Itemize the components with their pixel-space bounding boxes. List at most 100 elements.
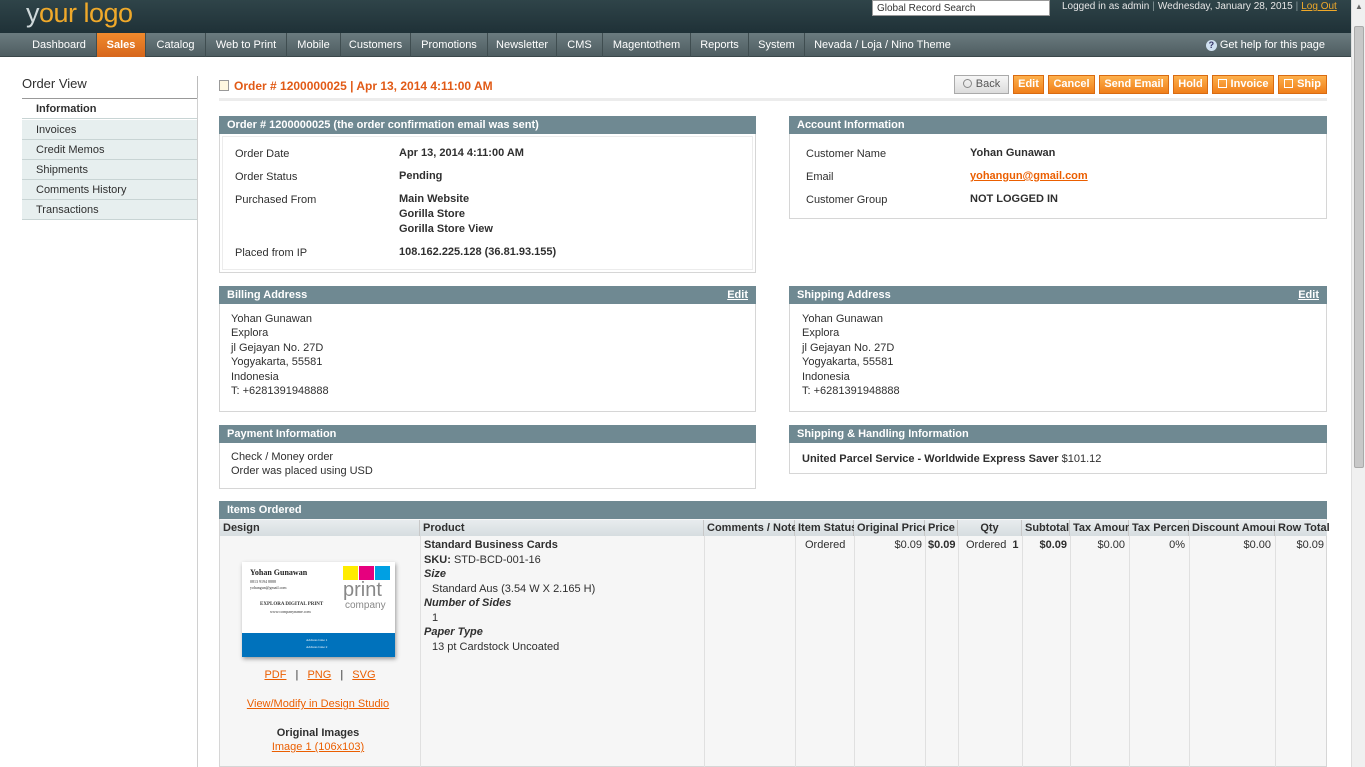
- sidebar-item-information[interactable]: Information: [22, 99, 198, 119]
- placed-ip-label: Placed from IP: [235, 247, 308, 259]
- email-label: Email: [806, 171, 834, 183]
- price-cell: $0.09: [928, 539, 956, 551]
- edit-button[interactable]: Edit: [1013, 75, 1044, 94]
- card-url: www.companyname.com: [270, 609, 311, 614]
- original-image-link[interactable]: Image 1 (106x103): [272, 741, 364, 753]
- card-company: EXPLORA DIGITAL PRINT: [260, 602, 324, 607]
- nav-dashboard[interactable]: Dashboard: [22, 33, 97, 57]
- nav-magentothem[interactable]: Magentothem: [603, 33, 691, 57]
- nav-customers[interactable]: Customers: [341, 33, 411, 57]
- shipping-line: Yohan Gunawan: [802, 313, 883, 325]
- shipping-line: jl Gejayan No. 27D: [802, 341, 895, 354]
- logo-text: our logo: [39, 0, 133, 28]
- option-value: Standard Aus (3.54 W X 2.165 H): [432, 582, 596, 595]
- payment-header: Payment Information: [219, 425, 756, 443]
- svg-link[interactable]: SVG: [352, 669, 375, 681]
- cancel-button[interactable]: Cancel: [1048, 75, 1095, 94]
- product-cell: Standard Business Cards SKU: STD-BCD-001…: [424, 538, 595, 654]
- logo[interactable]: your logo: [26, 0, 133, 29]
- shipping-line: Explora: [802, 327, 840, 340]
- subtotal-cell: $0.09: [1039, 539, 1067, 551]
- shipping-line: Yogyakarta, 55581: [802, 356, 894, 369]
- back-button[interactable]: Back: [954, 75, 1009, 94]
- card-email: yohangun@gmail.com: [250, 585, 287, 590]
- ship-button[interactable]: Ship: [1278, 75, 1327, 94]
- col-tax-percent: Tax Percent: [1129, 520, 1194, 536]
- header-date: Wednesday, January 28, 2015: [1157, 1, 1293, 12]
- png-link[interactable]: PNG: [307, 669, 331, 681]
- order-date-label: Order Date: [235, 148, 290, 160]
- link-separator: |: [340, 669, 344, 681]
- option-label: Size: [424, 568, 447, 580]
- card-phone: 0813 9194 8888: [250, 579, 276, 584]
- logout-link[interactable]: Log Out: [1301, 1, 1337, 12]
- title-rule: [219, 98, 1327, 101]
- col-original-price: Original Price: [854, 520, 929, 536]
- order-box-header: Order # 1200000025 (the order confirmati…: [219, 116, 756, 134]
- sidebar-item-shipments[interactable]: Shipments: [22, 160, 198, 180]
- column-separator: [795, 536, 796, 767]
- column-separator: [1022, 536, 1023, 767]
- purchased-from-label: Purchased From: [235, 194, 317, 206]
- sidebar-item-invoices[interactable]: Invoices: [22, 120, 198, 140]
- order-date-value: Apr 13, 2014 4:11:00 AM: [399, 147, 524, 159]
- billing-line: Yohan Gunawan: [231, 313, 312, 325]
- pdf-link[interactable]: PDF: [264, 669, 286, 681]
- nav-cms[interactable]: CMS: [557, 33, 603, 57]
- design-studio-link[interactable]: View/Modify in Design Studio: [247, 698, 389, 710]
- nav-promotions[interactable]: Promotions: [411, 33, 488, 57]
- global-search-input[interactable]: [872, 0, 1050, 16]
- scroll-thumb[interactable]: [1354, 26, 1364, 468]
- payment-currency: Order was placed using USD: [231, 465, 373, 478]
- order-status-value: Pending: [399, 170, 443, 182]
- hold-button[interactable]: Hold: [1173, 75, 1208, 94]
- nav-sales[interactable]: Sales: [97, 33, 146, 57]
- customer-group-label: Customer Group: [806, 194, 888, 206]
- main-divider: [197, 98, 198, 767]
- email-link[interactable]: yohangun@gmail.com: [970, 169, 1088, 184]
- nav-web-to-print[interactable]: Web to Print: [206, 33, 287, 57]
- column-separator: [1129, 536, 1130, 767]
- col-product: Product: [420, 520, 704, 536]
- shipping-edit-link[interactable]: Edit: [1298, 286, 1319, 304]
- help-icon: ?: [1205, 40, 1217, 51]
- original-price-cell: $0.09: [894, 539, 922, 551]
- link-separator: |: [295, 669, 299, 681]
- logo-prefix: y: [26, 0, 40, 28]
- col-comments: Comments / Notes: [704, 520, 804, 536]
- option-value: 13 pt Cardstock Uncoated: [432, 640, 560, 653]
- nav-mobile[interactable]: Mobile: [287, 33, 341, 57]
- billing-line: Explora: [231, 327, 269, 340]
- payment-method: Check / Money order: [231, 451, 334, 463]
- nav-reports[interactable]: Reports: [691, 33, 749, 57]
- col-price: Price: [925, 520, 958, 536]
- nav-system[interactable]: System: [749, 33, 805, 57]
- billing-edit-link[interactable]: Edit: [727, 286, 748, 304]
- help-link[interactable]: ? Get help for this page: [1205, 33, 1325, 57]
- page-scrollbar[interactable]: ▲: [1351, 0, 1365, 767]
- send-email-button[interactable]: Send Email: [1099, 75, 1169, 94]
- product-name: Standard Business Cards: [424, 539, 558, 551]
- sidebar-item-transactions[interactable]: Transactions: [22, 200, 198, 220]
- sidebar-divider: [197, 76, 198, 99]
- nav-theme[interactable]: Nevada / Loja / Nino Theme: [805, 33, 960, 57]
- placed-ip-value: 108.162.225.128 (36.81.93.155): [399, 246, 557, 258]
- column-separator: [854, 536, 855, 767]
- col-design: Design: [220, 520, 420, 536]
- card-address-line: Address Line 2: [306, 645, 328, 649]
- nav-newsletter[interactable]: Newsletter: [488, 33, 557, 57]
- invoice-button[interactable]: Invoice: [1212, 75, 1274, 94]
- tax-percent-cell: 0%: [1169, 539, 1185, 551]
- column-separator: [1189, 536, 1190, 767]
- sidebar-item-comments-history[interactable]: Comments History: [22, 180, 198, 200]
- billing-line: jl Gejayan No. 27D: [231, 341, 324, 354]
- sidebar-item-credit-memos[interactable]: Credit Memos: [22, 140, 198, 160]
- option-label: Number of Sides: [424, 597, 512, 609]
- page-title-text: Order # 1200000025 | Apr 13, 2014 4:11:0…: [234, 79, 493, 93]
- billing-line: Indonesia: [231, 370, 279, 383]
- design-preview-image[interactable]: Yohan Gunawan 0813 9194 8888 yohangun@gm…: [242, 562, 395, 657]
- customer-name-value: Yohan Gunawan: [970, 147, 1056, 159]
- nav-catalog[interactable]: Catalog: [146, 33, 206, 57]
- scroll-up-icon[interactable]: ▲: [1355, 2, 1363, 11]
- yellow-swatch: [343, 566, 358, 580]
